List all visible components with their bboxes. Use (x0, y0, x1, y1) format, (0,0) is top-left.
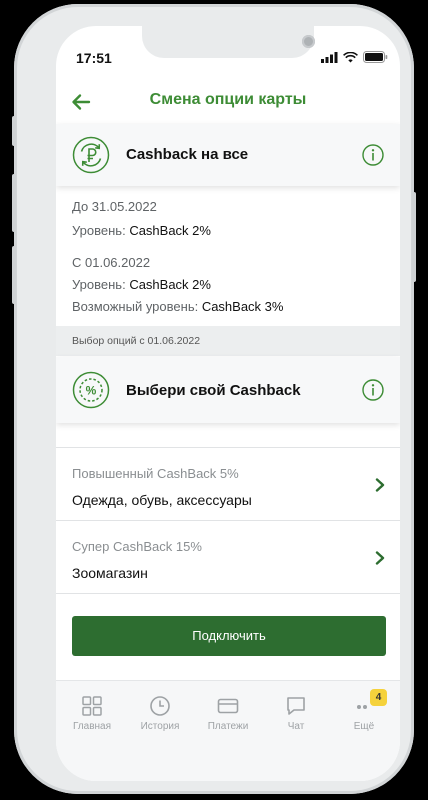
tab-more[interactable]: 4 Ещё (330, 689, 398, 732)
tab-label: Чат (287, 721, 305, 732)
period2-possible-level: Возможный уровень: CashBack 3% (72, 299, 283, 314)
tab-label: Главная (72, 721, 112, 732)
tab-bar: Главная История Платежи Чат 4 Ещё (56, 680, 400, 781)
option-row[interactable]: Повышенный CashBack 5% Одежда, обувь, ак… (56, 448, 400, 520)
info-icon[interactable] (362, 379, 384, 401)
tab-chat[interactable]: Чат (262, 695, 330, 732)
volume-up-button (12, 174, 16, 232)
choose-cashback-label: Выбери свой Cashback (126, 382, 301, 399)
possible-level-value: CashBack 3% (201, 299, 284, 314)
tab-history[interactable]: История (126, 695, 194, 732)
chevron-right-icon (375, 551, 385, 565)
header: Смена опции карты (56, 80, 400, 122)
connect-button[interactable]: Подключить (72, 616, 386, 656)
level-value: CashBack 2% (129, 223, 211, 238)
possible-level-label: Возможный уровень: (72, 299, 202, 314)
level-value: CashBack 2% (129, 277, 211, 292)
battery-icon (363, 51, 388, 63)
notification-badge: 4 (370, 689, 387, 706)
side-button (12, 116, 16, 146)
page-title: Смена опции карты (149, 91, 307, 108)
screen: 17:51 Смена опции карты Cashback на все … (56, 26, 400, 781)
card-icon (217, 698, 239, 714)
option-title: Одежда, обувь, аксессуары (72, 492, 252, 508)
status-time: 17:51 (76, 50, 112, 66)
svg-text:%: % (86, 384, 97, 398)
ruble-cycle-icon (72, 136, 110, 174)
divider (56, 593, 400, 594)
volume-down-button (12, 246, 16, 304)
chat-icon (287, 697, 305, 715)
wifi-icon (343, 51, 358, 62)
power-button (412, 192, 416, 282)
current-option-card: Cashback на все (56, 124, 400, 186)
current-option-label: Cashback на все (126, 146, 249, 163)
tab-label: Ещё (353, 721, 375, 732)
tab-payments[interactable]: Платежи (194, 695, 262, 732)
phone-frame: 17:51 Смена опции карты Cashback на все … (12, 4, 416, 794)
option-subtitle: Повышенный CashBack 5% (72, 466, 239, 481)
period1-level: Уровень: CashBack 2% (72, 223, 211, 238)
option-row[interactable]: Супер CashBack 15% Зоомагазин (56, 521, 400, 593)
level-label: Уровень: (72, 277, 130, 292)
status-icons (321, 51, 388, 63)
chevron-right-icon (375, 478, 385, 492)
period2-date: С 01.06.2022 (72, 255, 151, 270)
tab-label: Платежи (207, 721, 249, 732)
period1-date: До 31.05.2022 (72, 199, 157, 214)
percent-icon: % (72, 371, 110, 409)
choose-cashback-card: % Выбери свой Cashback (56, 357, 400, 423)
tab-label: История (140, 721, 180, 732)
period2-level: Уровень: CashBack 2% (72, 277, 211, 292)
tab-home[interactable]: Главная (58, 695, 126, 732)
signal-icon (321, 51, 338, 63)
level-label: Уровень: (72, 223, 130, 238)
info-icon[interactable] (362, 144, 384, 166)
option-subtitle: Супер CashBack 15% (72, 539, 202, 554)
clock-icon (150, 696, 170, 716)
section-header: Выбор опций с 01.06.2022 (56, 326, 400, 356)
status-bar: 17:51 (56, 26, 400, 66)
option-title: Зоомагазин (72, 565, 148, 581)
grid-icon (82, 696, 102, 716)
